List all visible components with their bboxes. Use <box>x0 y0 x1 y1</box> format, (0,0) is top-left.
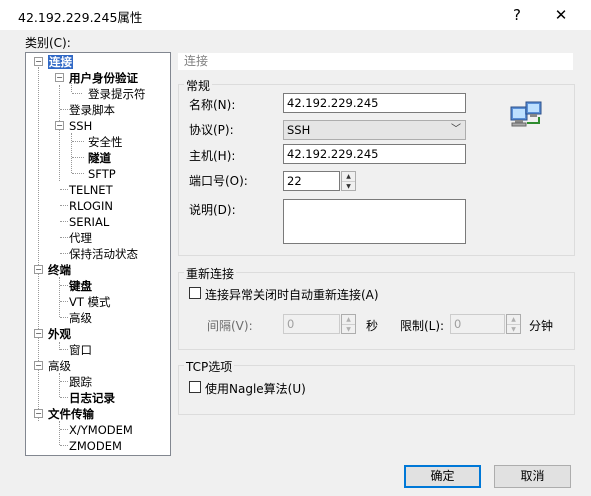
tree-item-user-auth[interactable]: 用户身份验证 <box>69 71 138 85</box>
panel-header: 连接 <box>178 53 573 70</box>
tree-item-sftp[interactable]: SFTP <box>88 167 116 181</box>
tree-item-login-prompt[interactable]: 登录提示符 <box>88 87 146 101</box>
collapse-icon[interactable]: − <box>34 57 43 66</box>
limit-stepper[interactable]: ▲ ▼ <box>506 314 521 334</box>
collapse-icon[interactable]: − <box>34 265 43 274</box>
port-label: 端口号(O): <box>189 174 248 188</box>
protocol-value: SSH <box>287 123 311 137</box>
protocol-select[interactable]: SSH ﹀ <box>283 120 466 140</box>
protocol-label: 协议(P): <box>189 123 234 137</box>
auto-reconnect-label: 连接异常关闭时自动重新连接(A) <box>205 288 379 302</box>
nagle-checkbox[interactable] <box>189 381 201 393</box>
reconnect-group-title: 重新连接 <box>184 265 237 282</box>
general-group-title: 常规 <box>184 77 213 94</box>
title-bar: 42.192.229.245属性 ? ✕ <box>0 0 591 30</box>
tree-item-serial[interactable]: SERIAL <box>69 215 109 229</box>
host-field[interactable]: 42.192.229.245 <box>283 144 466 164</box>
limit-field[interactable]: 0 <box>450 314 505 334</box>
host-label: 主机(H): <box>189 149 236 163</box>
tree-item-appearance[interactable]: 外观 <box>48 327 71 341</box>
auto-reconnect-checkbox[interactable] <box>189 287 201 299</box>
name-field[interactable]: 42.192.229.245 <box>283 93 466 113</box>
cancel-button[interactable]: 取消 <box>494 465 571 488</box>
nagle-label: 使用Nagle算法(U) <box>205 382 306 396</box>
tree-item-window[interactable]: 窗口 <box>69 343 92 357</box>
name-label: 名称(N): <box>189 98 236 112</box>
tree-item-terminal[interactable]: 终端 <box>48 263 71 277</box>
seconds-label: 秒 <box>366 319 379 333</box>
tree-item-security[interactable]: 安全性 <box>88 135 123 149</box>
tree-item-keyboard[interactable]: 键盘 <box>69 279 92 293</box>
tree-item-rlogin[interactable]: RLOGIN <box>69 199 113 213</box>
tcp-options-group-title: TCP选项 <box>184 358 235 375</box>
interval-label: 间隔(V): <box>207 319 253 333</box>
description-label: 说明(D): <box>189 203 236 217</box>
limit-label: 限制(L): <box>400 319 445 333</box>
tree-item-keepalive[interactable]: 保持活动状态 <box>69 247 138 261</box>
tree-item-terminal-advanced[interactable]: 高级 <box>69 311 92 325</box>
collapse-icon[interactable]: − <box>55 73 64 82</box>
reconnect-group <box>178 272 575 350</box>
window-title: 42.192.229.245属性 <box>18 10 143 25</box>
tree-item-advanced[interactable]: 高级 <box>48 359 71 373</box>
port-field[interactable]: 22 <box>283 171 340 191</box>
category-label: 类别(C): <box>25 36 71 50</box>
tree-item-tunnel[interactable]: 隧道 <box>88 151 111 165</box>
help-button[interactable]: ? <box>497 0 537 30</box>
tree-item-zmodem[interactable]: ZMODEM <box>69 439 122 453</box>
ok-button[interactable]: 确定 <box>404 465 481 488</box>
chevron-down-icon: ﹀ <box>451 124 461 135</box>
tree-item-ssh[interactable]: SSH <box>69 119 92 133</box>
collapse-icon[interactable]: − <box>34 361 43 370</box>
tree-item-login-script[interactable]: 登录脚本 <box>69 103 115 117</box>
tree-item-vt-mode[interactable]: VT 模式 <box>69 295 111 309</box>
tree-item-connection[interactable]: 连接 <box>48 55 73 69</box>
minutes-label: 分钟 <box>529 319 554 333</box>
tree-item-proxy[interactable]: 代理 <box>69 231 92 245</box>
properties-dialog: 42.192.229.245属性 ? ✕ 类别(C): − 连接 − 用户身份验… <box>0 0 591 496</box>
network-computers-icon <box>510 101 542 127</box>
category-tree[interactable]: − 连接 − 用户身份验证 登录提示符 登录脚本 − SSH 安全性 隧道 SF… <box>25 52 171 456</box>
tree-item-trace[interactable]: 跟踪 <box>69 375 92 389</box>
collapse-icon[interactable]: − <box>55 121 64 130</box>
tree-item-xymodem[interactable]: X/YMODEM <box>69 423 133 437</box>
interval-stepper[interactable]: ▲ ▼ <box>341 314 356 334</box>
collapse-icon[interactable]: − <box>34 409 43 418</box>
tree-item-file-transfer[interactable]: 文件传输 <box>48 407 94 421</box>
interval-field[interactable]: 0 <box>283 314 340 334</box>
tree-item-logging[interactable]: 日志记录 <box>69 391 115 405</box>
description-field[interactable] <box>283 199 466 244</box>
port-stepper[interactable]: ▲ ▼ <box>341 171 356 191</box>
collapse-icon[interactable]: − <box>34 329 43 338</box>
close-button[interactable]: ✕ <box>541 0 581 30</box>
tree-item-telnet[interactable]: TELNET <box>69 183 113 197</box>
